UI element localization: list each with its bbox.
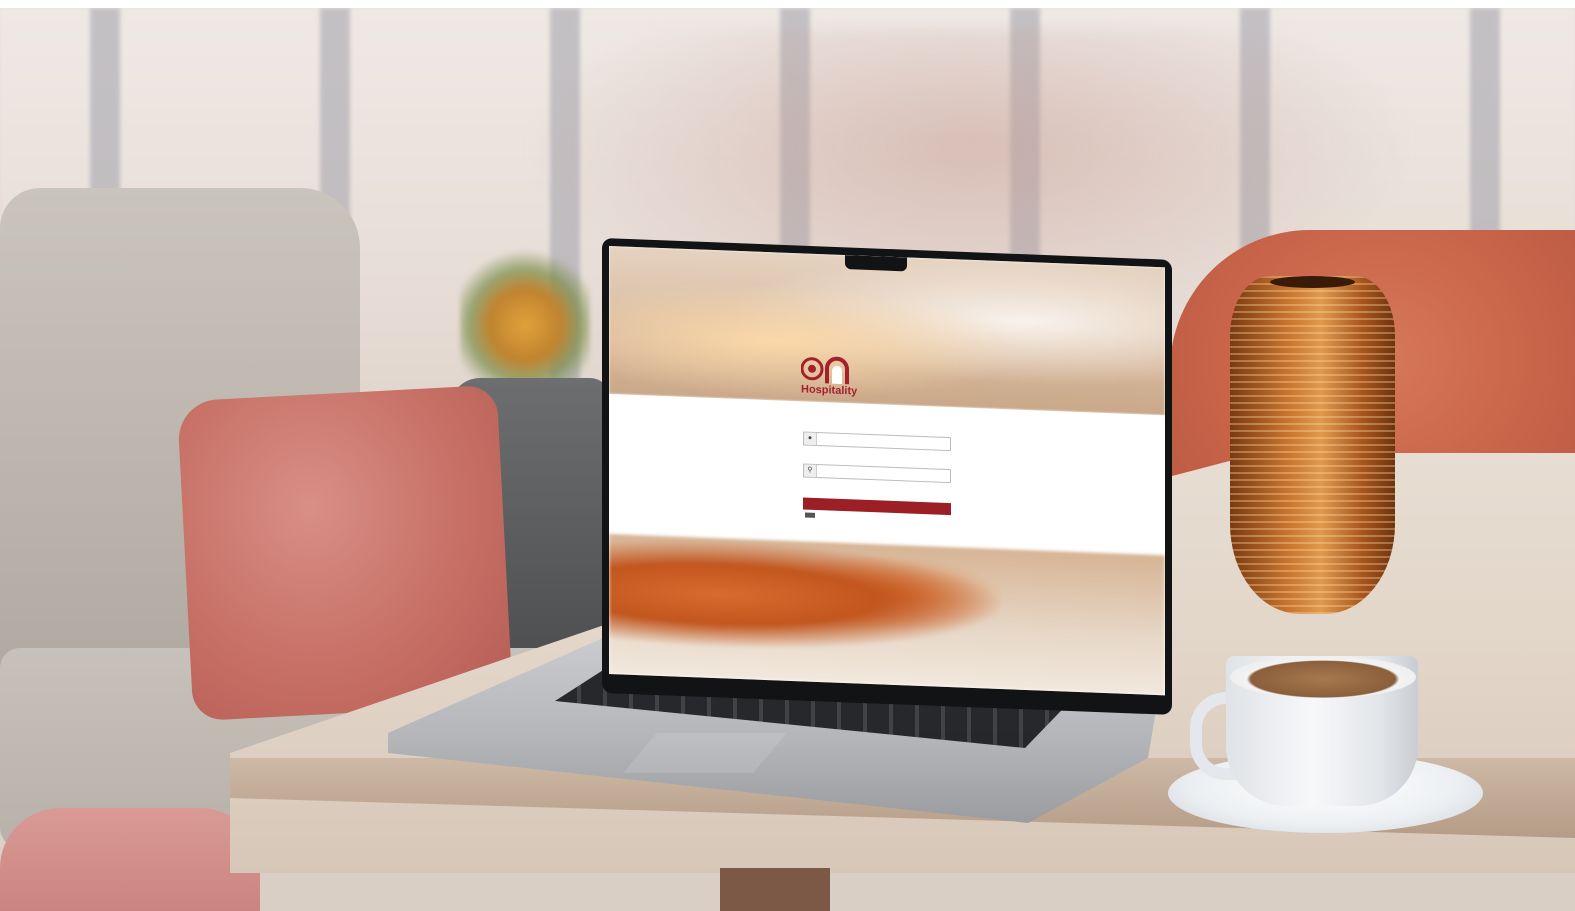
language-selector[interactable] [805,512,815,518]
table-leg [720,868,830,911]
pink-chair-foreground [0,808,260,911]
laptop-screen: Hospitality ● ⚲ [609,246,1165,696]
password-field[interactable]: ⚲ [803,463,951,484]
background-plant [460,248,590,388]
coffee-surface [1230,656,1416,698]
vase-opening [1270,276,1355,288]
brand-logo-icon [801,356,849,385]
copper-vase [1230,276,1395,614]
login-button[interactable] [803,497,951,516]
pink-pillow [176,384,514,722]
user-icon: ● [804,432,817,445]
brand-name: Hospitality [801,383,858,398]
username-field[interactable]: ● [803,431,951,452]
key-icon: ⚲ [804,464,817,477]
brand-logo: Hospitality [799,353,959,407]
hero-photo-bottom [609,534,1165,696]
login-panel: ● ⚲ [609,394,1165,556]
scene-photo: Hospitality ● ⚲ [0,8,1575,911]
camera-notch [845,255,907,272]
